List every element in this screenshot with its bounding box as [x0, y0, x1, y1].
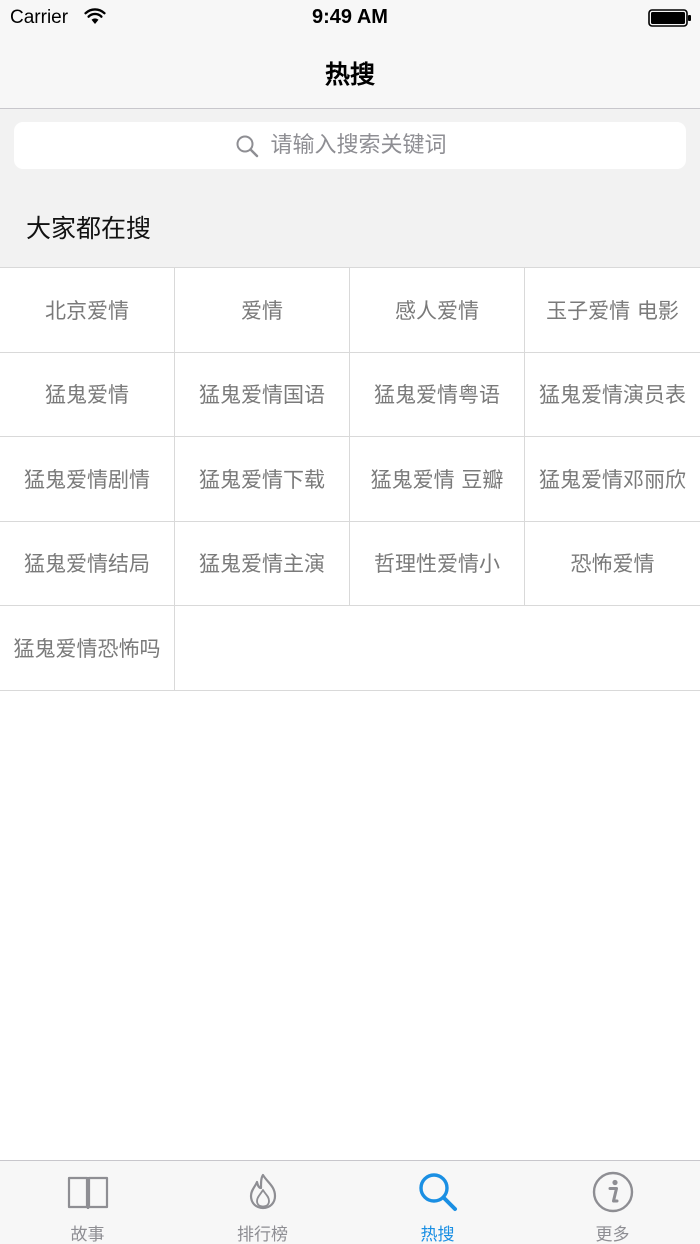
tab-ranking[interactable]: 排行榜 [175, 1161, 350, 1244]
search-box[interactable] [14, 122, 686, 169]
tab-label: 热搜 [420, 1225, 455, 1244]
tag-item[interactable]: 猛鬼爱情 豆瓣 [350, 437, 525, 522]
search-icon [419, 1173, 457, 1211]
tag-item[interactable]: 猛鬼爱情 [0, 352, 175, 437]
search-area: 大家都在搜 [0, 109, 700, 267]
tag-item[interactable]: 感人爱情 [350, 268, 525, 353]
tag-item[interactable]: 爱情 [175, 268, 350, 353]
tag-row: 猛鬼爱情结局 猛鬼爱情主演 哲理性爱情小 恐怖爱情 [0, 521, 700, 606]
tag-item[interactable]: 猛鬼爱情邓丽欣 [525, 437, 700, 522]
tag-row: 北京爱情 爱情 感人爱情 玉子爱情 电影 [0, 268, 700, 353]
tag-item[interactable]: 猛鬼爱情粤语 [350, 352, 525, 437]
tag-row: 猛鬼爱情恐怖吗 [0, 606, 700, 691]
search-icon [236, 135, 258, 157]
section-title: 大家都在搜 [26, 214, 152, 243]
tab-label: 故事 [70, 1225, 105, 1244]
tab-bar: 故事 排行榜 热搜 更多 [0, 1160, 700, 1244]
tag-item[interactable]: 猛鬼爱情国语 [175, 352, 350, 437]
tag-item[interactable]: 北京爱情 [0, 268, 175, 353]
navigation-bar: 热搜 [0, 38, 700, 109]
flame-icon [249, 1173, 277, 1210]
info-icon [592, 1171, 634, 1213]
tag-item[interactable]: 恐怖爱情 [525, 522, 700, 606]
book-icon [67, 1176, 109, 1209]
tag-item[interactable]: 猛鬼爱情主演 [175, 521, 350, 606]
status-bar: Carrier 9:49 AM [0, 0, 700, 38]
tag-item[interactable]: 猛鬼爱情下载 [175, 437, 350, 522]
tag-row: 猛鬼爱情 猛鬼爱情国语 猛鬼爱情粤语 猛鬼爱情演员表 [0, 352, 700, 437]
tag-row: 猛鬼爱情剧情 猛鬼爱情下载 猛鬼爱情 豆瓣 猛鬼爱情邓丽欣 [0, 437, 700, 522]
tab-hot-search[interactable]: 热搜 [350, 1161, 525, 1244]
tag-item[interactable]: 哲理性爱情小 [350, 521, 525, 606]
tag-item[interactable]: 猛鬼爱情恐怖吗 [0, 606, 175, 691]
battery-icon [648, 9, 691, 27]
tag-item[interactable]: 猛鬼爱情演员表 [525, 353, 700, 437]
search-input[interactable] [270, 133, 466, 158]
empty-cell [175, 606, 700, 691]
clock: 9:49 AM [312, 6, 388, 28]
tag-item[interactable]: 猛鬼爱情剧情 [0, 437, 175, 522]
page-title: 热搜 [324, 60, 375, 89]
tag-item[interactable]: 玉子爱情 电影 [525, 268, 700, 353]
tab-stories[interactable]: 故事 [0, 1161, 175, 1244]
tag-item[interactable]: 猛鬼爱情结局 [0, 521, 175, 606]
tab-more[interactable]: 更多 [525, 1161, 700, 1244]
hot-search-grid: 北京爱情 爱情 感人爱情 玉子爱情 电影 猛鬼爱情 猛鬼爱情国语 猛鬼爱情粤语 … [0, 267, 700, 691]
tab-label: 排行榜 [237, 1225, 288, 1244]
tab-label: 更多 [595, 1225, 630, 1244]
